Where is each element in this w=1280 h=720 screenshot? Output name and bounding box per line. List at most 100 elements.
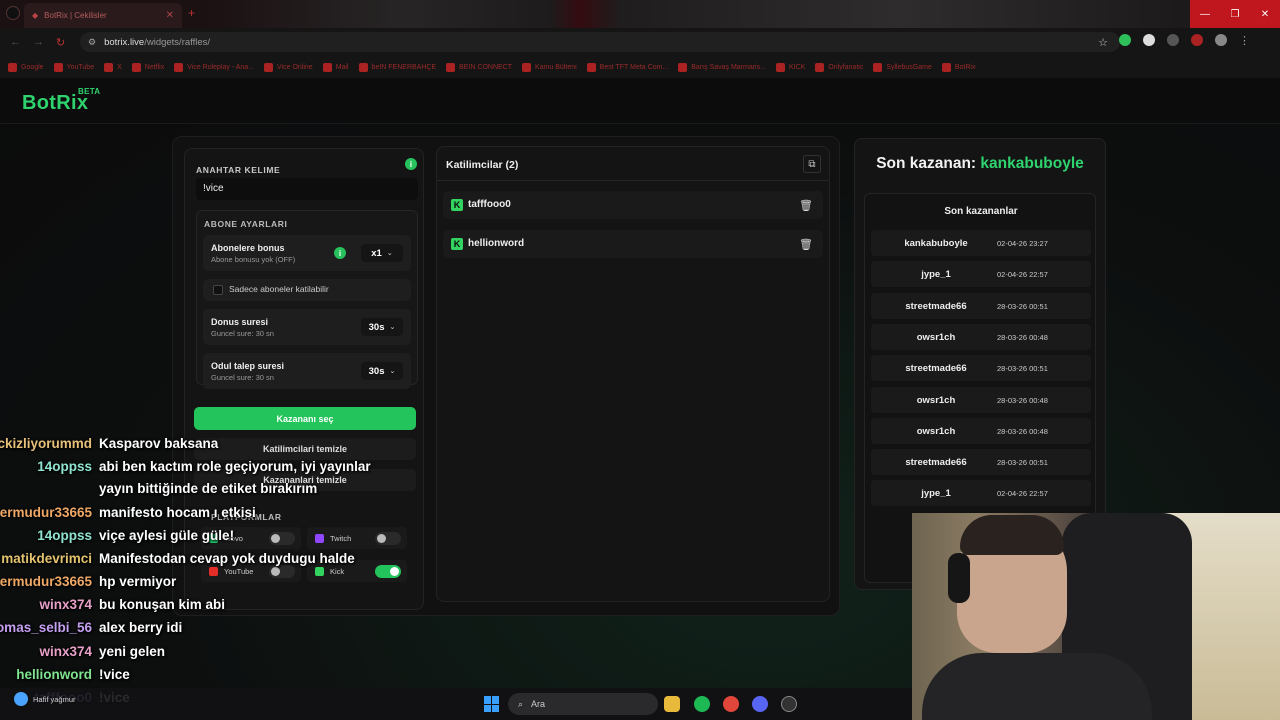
bookmark-favicon-icon [8, 62, 17, 72]
chat-text: bu konuşan kim abi [99, 597, 226, 612]
winner-date: 28-03-26 00:51 [997, 364, 1048, 374]
url-bar[interactable]: ⚙ botrix.live/widgets/raffles/ ☆ [80, 32, 1120, 52]
chat-username: 14oppss [37, 528, 92, 543]
address-toolbar: ← → ↻ ⚙ botrix.live/widgets/raffles/ ☆ ⋮ [0, 28, 1280, 56]
browser-menu-icon[interactable] [6, 6, 20, 20]
pick-winner-button[interactable]: Kazananı seç [194, 407, 416, 430]
chat-message: 14oppss abi ben kactım role geçiyorum, iy… [0, 459, 460, 481]
subs-only-checkbox[interactable] [213, 285, 223, 295]
chat-username: omas_selbi_56 [0, 620, 92, 635]
bookmark-item[interactable]: Netflix [131, 62, 165, 72]
bookmark-item[interactable]: Kamu Bülteni [522, 62, 577, 72]
taskbar-search[interactable]: ⌕ Ara [508, 693, 658, 715]
maximize-icon[interactable]: ❐ [1220, 0, 1250, 28]
bookmark-label: KICK [788, 63, 806, 71]
bookmark-item[interactable]: Onlyfanatic [815, 62, 864, 72]
sub-bonus-select[interactable]: x1 ⌄ [361, 244, 403, 262]
winner-date: 28-03-26 00:48 [997, 332, 1048, 342]
new-tab-icon[interactable]: + [188, 6, 195, 20]
trash-icon[interactable]: 🗑 [797, 235, 815, 253]
minimize-icon[interactable]: — [1190, 0, 1220, 28]
bookmark-label: BotRix [954, 63, 976, 71]
winner-date: 28-03-26 00:48 [997, 426, 1048, 436]
back-icon[interactable]: ← [10, 36, 21, 49]
bookmark-item[interactable]: X [104, 62, 122, 72]
bookmark-item[interactable]: BotRix [941, 62, 976, 72]
last-winner-name: kankabuboyle [980, 155, 1084, 172]
winner-date: 28-03-26 00:48 [997, 395, 1048, 405]
winner-row: owsr1ch 28-03-26 00:48 [871, 386, 1091, 413]
browser-tab[interactable]: ◆ BotRix | Cekilisler ✕ [24, 3, 182, 28]
bookmark-item[interactable]: KICK [775, 62, 806, 72]
bookmark-item[interactable]: Vice Online [264, 62, 313, 72]
bookmark-item[interactable]: beIN FENERBAHÇE [358, 62, 436, 72]
search-icon: ⌕ [518, 698, 524, 709]
keyword-input[interactable]: !vice [196, 178, 418, 200]
bookmark-item[interactable]: SyllebusGame [873, 62, 932, 72]
copy-icon[interactable]: ⧉ [803, 155, 821, 173]
circle-extension-icon[interactable] [1143, 34, 1155, 46]
bookmark-item[interactable]: Vice Roleplay - Ana... [174, 62, 255, 72]
sub-settings-title: ABONE AYARLARI [204, 219, 288, 229]
winner-name: streetmade66 [905, 300, 967, 312]
bookmark-item[interactable]: Barış Savaş Marmaris... [678, 62, 766, 72]
bookmark-item[interactable]: Google [8, 62, 44, 72]
browser-menu-dots-icon[interactable]: ⋮ [1239, 34, 1250, 47]
bookmark-label: Vice Roleplay - Ana... [187, 63, 255, 71]
obs-icon[interactable] [781, 696, 797, 712]
chrome-icon[interactable] [723, 696, 739, 712]
winner-name: owsr1ch [916, 425, 956, 437]
trash-icon[interactable]: 🗑 [797, 196, 815, 214]
file-explorer-icon[interactable] [664, 696, 680, 712]
discord-icon[interactable] [752, 696, 768, 712]
bonus-time-select[interactable]: 30s ⌄ [361, 318, 403, 336]
spotify-icon[interactable] [694, 696, 710, 712]
bookmark-label: YouTube [66, 63, 95, 71]
forward-icon[interactable]: → [33, 36, 44, 49]
keyword-info-icon[interactable]: i [405, 158, 417, 170]
start-button[interactable] [484, 696, 500, 712]
bookmark-label: Netflix [144, 63, 165, 71]
bookmark-star-icon[interactable]: ☆ [1098, 36, 1108, 49]
taskbar-search-placeholder: Ara [531, 699, 546, 709]
bookmark-favicon-icon [678, 62, 688, 72]
bookmark-item[interactable]: BEIN CONNECT [446, 62, 512, 72]
bookmark-label: Onlyfanatic [828, 63, 864, 71]
chat-text: abi ben kactım role geçiyorum, iyi yayın… [99, 459, 371, 474]
chat-message: hellionword !vice [0, 667, 460, 689]
site-info-icon[interactable]: ⚙ [88, 37, 96, 48]
chat-message: yayın bittiğinde de etiket bırakırım [0, 481, 460, 503]
red-extension-icon[interactable] [1191, 34, 1203, 46]
tab-close-icon[interactable]: ✕ [166, 10, 174, 21]
bookmark-item[interactable]: Best TFT Meta Com... [586, 62, 669, 72]
chat-text: yayın bittiğinde de etiket bırakırım [99, 481, 318, 496]
winner-name: streetmade66 [905, 457, 967, 469]
bookmark-item[interactable]: Mail [322, 62, 349, 72]
weather-widget[interactable]: Hafif yağmur [14, 692, 76, 706]
chevron-down-icon: ⌄ [389, 324, 396, 331]
shield-extension-icon[interactable] [1119, 34, 1131, 46]
bookmark-label: SyllebusGame [886, 63, 932, 71]
bookmark-favicon-icon [815, 62, 825, 72]
chat-username: ermudur33665 [0, 505, 92, 520]
bookmark-item[interactable]: YouTube [53, 62, 95, 72]
reload-icon[interactable]: ↻ [56, 36, 65, 49]
bonus-time-title: Donus suresi [211, 317, 269, 327]
titlebar-background [200, 0, 1200, 28]
participant-row: K hellionword 🗑 [443, 230, 823, 258]
winner-name: kankabuboyle [904, 238, 968, 249]
bookmark-favicon-icon [873, 62, 883, 72]
claim-time-select[interactable]: 30s ⌄ [361, 362, 403, 380]
puzzle-extension-icon[interactable] [1167, 34, 1179, 46]
bookmark-favicon-icon [775, 62, 785, 72]
tab-favicon-icon: ◆ [32, 11, 39, 20]
profile-avatar[interactable] [1215, 34, 1227, 46]
bookmark-label: Best TFT Meta Com... [599, 63, 669, 71]
winner-row: kankabuboyle 02-04-26 23:27 [871, 230, 1091, 256]
close-window-icon[interactable]: ✕ [1250, 0, 1280, 28]
subs-only-row[interactable]: Sadece aboneler katilabilir [203, 279, 411, 301]
headset-icon [948, 553, 970, 603]
bonus-time-row: Donus suresi Guncel sure: 30 sn 30s ⌄ [203, 309, 411, 345]
botrix-logo[interactable]: BotRix BETA [22, 87, 100, 115]
sub-bonus-info-icon[interactable]: i [334, 247, 346, 259]
